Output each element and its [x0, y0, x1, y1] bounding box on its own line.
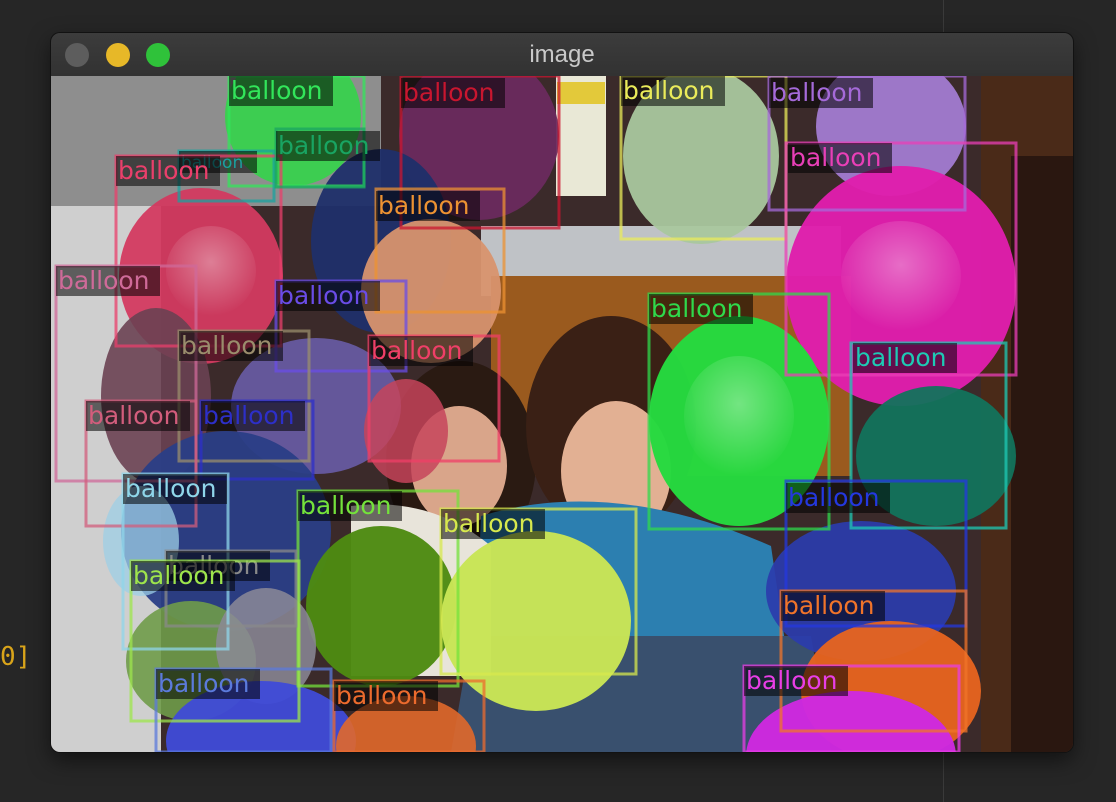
detection-label: balloon [651, 294, 743, 323]
detection-label: balloon [403, 78, 495, 107]
detection-label: balloon [771, 78, 863, 107]
detection-label: balloon [278, 281, 370, 310]
detection-label: balloon [300, 491, 392, 520]
image-viewer-window: image balloon balloon balloon balloon ba… [51, 33, 1073, 752]
detection-label: balloon [88, 401, 180, 430]
detection-label: balloon [118, 156, 210, 185]
detection-label: balloon [378, 191, 470, 220]
detection-label: balloon [181, 331, 273, 360]
detection-label: balloon [371, 336, 463, 365]
detection-label: balloon [855, 343, 947, 372]
detection-label: balloon [125, 474, 217, 503]
detection-label: balloon [783, 591, 875, 620]
detection-label: balloon [231, 76, 323, 105]
detection-label: balloon [58, 266, 150, 295]
detection-label: balloon [336, 681, 428, 710]
detection-label: balloon [158, 669, 250, 698]
detection-label: balloon [443, 509, 535, 538]
detection-label: balloon [203, 401, 295, 430]
detection-label: balloon [790, 143, 882, 172]
background-code-fragment: 0] [0, 642, 32, 672]
detection-image[interactable]: balloon balloon balloon balloon balloon ballo… [51, 76, 1073, 752]
detection-label: balloon [746, 666, 838, 695]
title-bar[interactable]: image [51, 33, 1073, 77]
window-title: image [529, 41, 595, 68]
detection-label: balloon [623, 76, 715, 105]
detection-label: balloon [278, 131, 370, 160]
detection-label: balloon [788, 483, 880, 512]
detection-label: balloon [133, 561, 225, 590]
